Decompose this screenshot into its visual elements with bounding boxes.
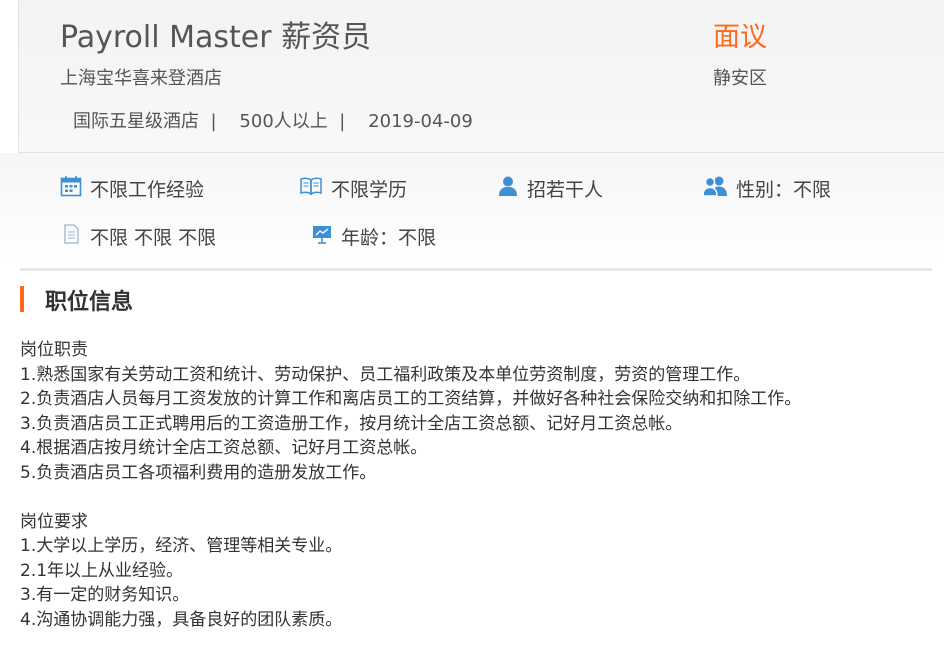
- req-other: 不限 不限 不限: [60, 223, 216, 250]
- calendar-icon: [60, 175, 90, 202]
- job-description: 岗位职责 1.熟悉国家有关劳动工资和统计、劳动保护、员工福利政策及本单位劳资制度…: [20, 338, 930, 632]
- requirement-item: 3.有一定的财务知识。: [20, 585, 190, 605]
- company-name[interactable]: 上海宝华喜来登酒店: [60, 64, 222, 90]
- job-header: Payroll Master 薪资员 面议 上海宝华喜来登酒店 静安区 国际五星…: [18, 0, 944, 153]
- req-headcount-label: 招若干人: [527, 179, 604, 201]
- book-icon: [299, 175, 331, 202]
- requirement-item: 1.大学以上学历，经济、管理等相关专业。: [20, 536, 343, 556]
- company-type: 国际五星级酒店: [73, 111, 199, 132]
- requirements-bar: 不限工作经验 不限学历 招若干人 性别：不限 不限 不限 不限 年龄：不限: [0, 153, 944, 267]
- req-headcount: 招若干人: [497, 175, 603, 202]
- district: 静安区: [713, 68, 767, 89]
- presentation-icon: [311, 223, 341, 250]
- req-age-label: 年龄：不限: [341, 227, 437, 249]
- duty-item: 1.熟悉国家有关劳动工资和统计、劳动保护、员工福利政策及本单位劳资制度，劳资的管…: [20, 364, 751, 385]
- salary: 面议: [713, 22, 767, 53]
- req-age: 年龄：不限: [311, 223, 436, 250]
- req-experience-label: 不限工作经验: [90, 179, 205, 201]
- meta-separator: |: [339, 111, 346, 132]
- meta-separator: |: [210, 111, 217, 132]
- req-experience: 不限工作经验: [60, 175, 204, 202]
- req-gender: 性别：不限: [702, 175, 831, 202]
- duty-item: 3.负责酒店员工正式聘用后的工资造册工作，按月统计全店工资总额、记好月工资总帐。: [20, 413, 683, 434]
- requirements-heading: 岗位要求: [20, 511, 88, 532]
- req-other-label: 不限 不限 不限: [90, 227, 217, 249]
- company-size: 500人以上: [239, 111, 328, 132]
- duty-item: 5.负责酒店员工各项福利费用的造册发放工作。: [20, 462, 377, 483]
- duty-item: 4.根据酒店按月统计全店工资总额、记好月工资总帐。: [20, 438, 428, 458]
- post-date: 2019-04-09: [368, 111, 473, 132]
- section-accent-bar: [20, 286, 24, 312]
- section-title: 职位信息: [45, 290, 134, 315]
- req-education: 不限学历: [299, 175, 407, 202]
- document-icon: [60, 223, 90, 250]
- job-title: Payroll Master 薪资员: [60, 20, 372, 55]
- divider: [20, 268, 932, 271]
- duty-item: 2.负责酒店人员每月工资发放的计算工作和离店员工的工资结算，并做好各种社会保险交…: [20, 389, 802, 409]
- person-icon: [497, 175, 527, 202]
- req-gender-label: 性别：不限: [736, 179, 832, 201]
- company-meta: 国际五星级酒店 | 500人以上 | 2019-04-09: [73, 107, 473, 133]
- people-icon: [702, 175, 736, 202]
- duties-heading: 岗位职责: [20, 340, 88, 360]
- requirement-item: 2.1年以上从业经验。: [20, 560, 184, 581]
- requirement-item: 4.沟通协调能力强，具备良好的团队素质。: [20, 609, 343, 630]
- req-education-label: 不限学历: [331, 179, 408, 201]
